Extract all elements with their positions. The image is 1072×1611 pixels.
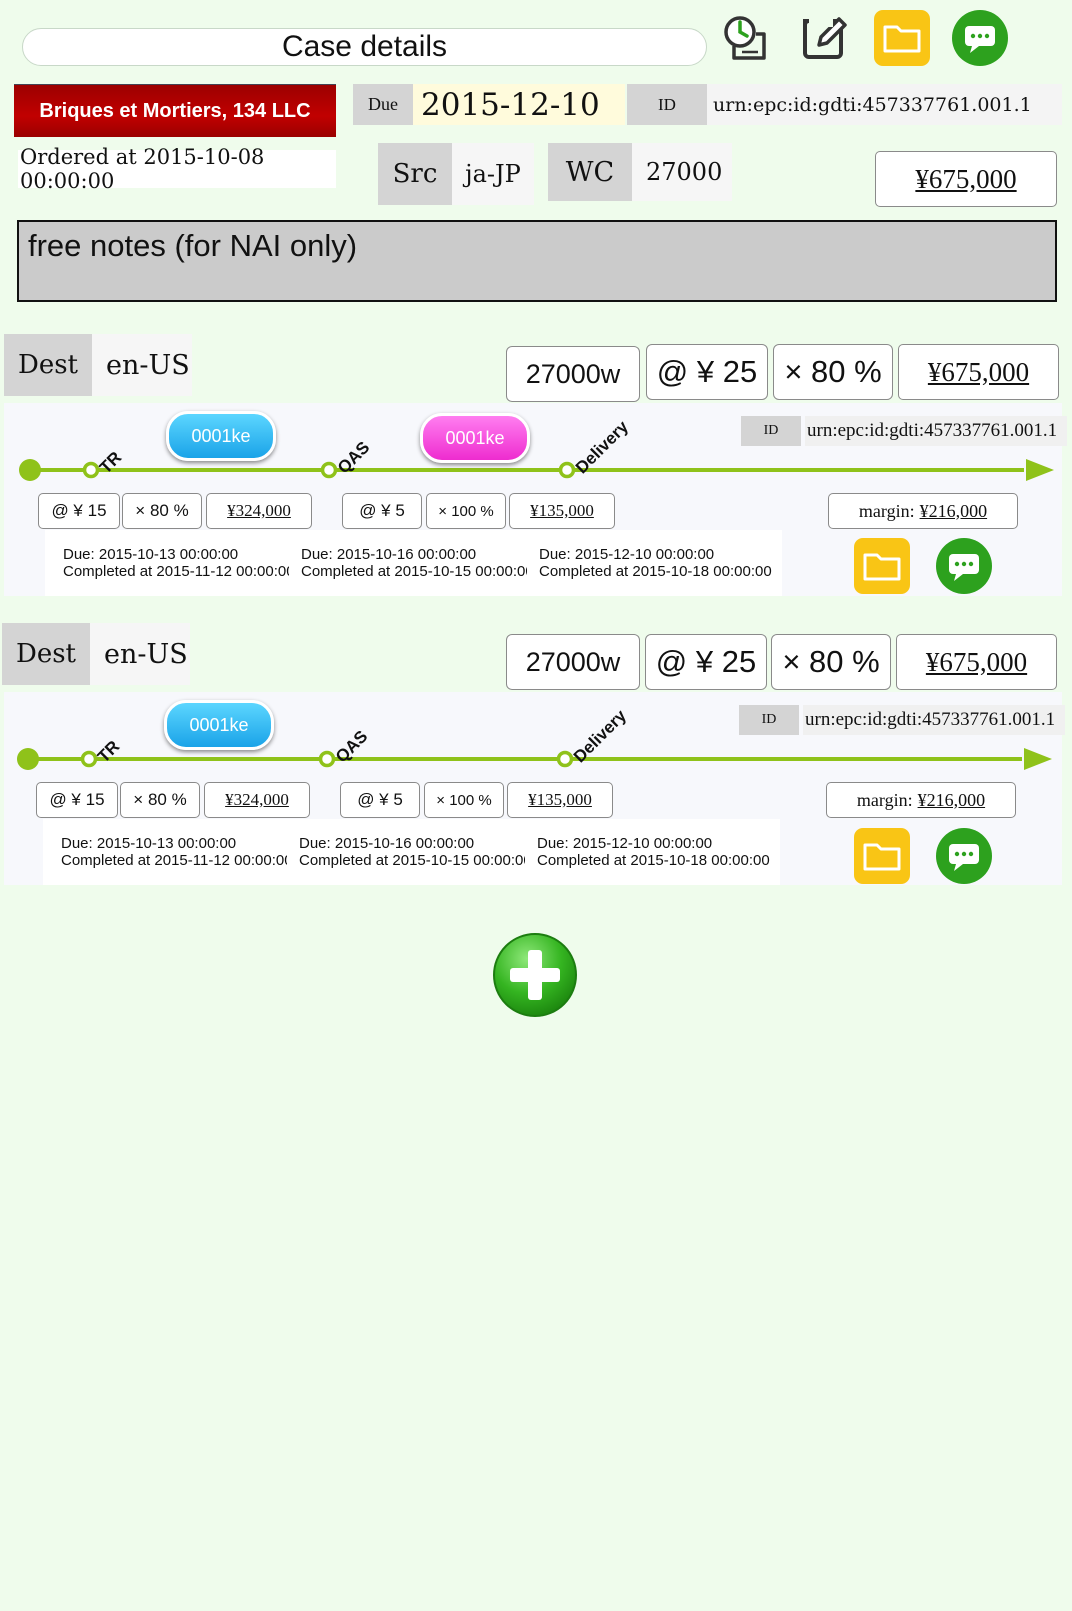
tr-rate-chip[interactable]: @ ¥ 15	[38, 493, 120, 529]
tr-assignee-badge[interactable]: 0001ke	[164, 700, 274, 750]
qas-dates: Due: 2015-10-16 00:00:00 Completed at 20…	[299, 835, 525, 869]
margin-button[interactable]: margin: ¥216,000	[826, 782, 1016, 818]
dest-rate-chip[interactable]: @ ¥ 25	[645, 634, 767, 690]
destination-block: Dest en-US 27000w @ ¥ 25 × 80 % ¥675,000…	[0, 619, 1072, 889]
dest-factor-chip[interactable]: × 80 %	[771, 634, 891, 690]
chat-icon[interactable]	[936, 538, 992, 599]
qas-assignee-badge[interactable]: 0001ke	[420, 413, 530, 463]
qas-amount: ¥135,000	[528, 790, 592, 809]
margin-label: margin:	[858, 500, 915, 521]
dest-language[interactable]: en-US	[90, 623, 190, 685]
dest-factor-chip[interactable]: × 80 %	[773, 344, 893, 400]
delivery-completed: Completed at 2015-10-18 00:00:00	[539, 563, 772, 580]
time-report-icon[interactable]	[718, 10, 774, 66]
src-language[interactable]: ja-JP	[452, 143, 534, 205]
tr-amount-button[interactable]: ¥324,000	[206, 493, 312, 529]
folder-icon[interactable]	[854, 538, 910, 599]
timeline-track	[17, 748, 1052, 770]
folder-icon[interactable]	[874, 10, 930, 66]
dest-language[interactable]: en-US	[92, 334, 192, 396]
tr-amount-button[interactable]: ¥324,000	[204, 782, 310, 818]
dest-rate-chip[interactable]: @ ¥ 25	[646, 344, 768, 400]
timeline-track	[19, 459, 1054, 481]
dest-id-label: ID	[741, 416, 801, 446]
tr-completed: Completed at 2015-11-12 00:00:00	[61, 852, 287, 869]
tr-due: Due: 2015-10-13 00:00:00	[63, 546, 239, 563]
qas-dates: Due: 2015-10-16 00:00:00 Completed at 20…	[301, 546, 527, 580]
delivery-due: Due: 2015-12-10 00:00:00	[539, 546, 715, 563]
qas-completed: Completed at 2015-10-15 00:00:00	[301, 563, 527, 580]
due-label: Due	[353, 84, 413, 125]
qas-amount: ¥135,000	[530, 501, 594, 520]
add-destination-button[interactable]	[492, 932, 578, 1023]
case-id[interactable]: urn:epc:id:gdti:457337761.001.1	[707, 84, 1062, 125]
tr-rate-chip[interactable]: @ ¥ 15	[36, 782, 118, 818]
tr-completed: Completed at 2015-11-12 00:00:00	[63, 563, 289, 580]
chat-icon[interactable]	[952, 10, 1008, 66]
tr-factor-chip[interactable]: × 80 %	[120, 782, 200, 818]
company-name: Briques et Mortiers, 134 LLC	[14, 84, 336, 137]
qas-completed: Completed at 2015-10-15 00:00:00	[299, 852, 525, 869]
stage-dates-panel: Due: 2015-10-13 00:00:00 Completed at 20…	[43, 819, 780, 885]
dest-amount: ¥675,000	[925, 646, 1028, 677]
dest-words-chip[interactable]: 27000w	[506, 346, 640, 402]
tr-dates: Due: 2015-10-13 00:00:00 Completed at 20…	[63, 546, 289, 580]
dest-id[interactable]: urn:epc:id:gdti:457337761.001.1	[803, 705, 1065, 735]
tr-due: Due: 2015-10-13 00:00:00	[61, 835, 237, 852]
qas-rate-chip[interactable]: @ ¥ 5	[340, 782, 420, 818]
tr-assignee-badge[interactable]: 0001ke	[166, 411, 276, 461]
stage-dates-panel: Due: 2015-10-13 00:00:00 Completed at 20…	[45, 530, 782, 596]
dest-amount: ¥675,000	[927, 356, 1030, 387]
qas-amount-button[interactable]: ¥135,000	[507, 782, 613, 818]
delivery-dates: Due: 2015-12-10 00:00:00 Completed at 20…	[537, 835, 777, 869]
delivery-completed: Completed at 2015-10-18 00:00:00	[537, 852, 770, 869]
word-count[interactable]: 27000	[632, 143, 732, 201]
qas-due: Due: 2015-10-16 00:00:00	[299, 835, 475, 852]
tr-amount: ¥324,000	[227, 501, 291, 520]
dest-label: Dest	[4, 334, 92, 396]
qas-factor-chip[interactable]: × 100 %	[426, 493, 506, 529]
case-total-button[interactable]: ¥675,000	[875, 151, 1057, 207]
dest-amount-button[interactable]: ¥675,000	[896, 634, 1057, 690]
src-label: Src	[378, 143, 452, 205]
dest-id-label: ID	[739, 705, 799, 735]
notes-field[interactable]: free notes (for NAI only)	[17, 220, 1057, 302]
margin-button[interactable]: margin: ¥216,000	[828, 493, 1018, 529]
plus-icon	[493, 933, 577, 1017]
qas-rate-chip[interactable]: @ ¥ 5	[342, 493, 422, 529]
case-total: ¥675,000	[915, 163, 1017, 194]
folder-icon[interactable]	[854, 828, 910, 889]
chat-icon[interactable]	[936, 828, 992, 889]
tr-dates: Due: 2015-10-13 00:00:00 Completed at 20…	[61, 835, 287, 869]
wc-label: WC	[548, 143, 632, 201]
dest-label: Dest	[2, 623, 90, 685]
qas-factor-chip[interactable]: × 100 %	[424, 782, 504, 818]
edit-icon[interactable]	[796, 10, 852, 66]
dest-id[interactable]: urn:epc:id:gdti:457337761.001.1	[805, 416, 1067, 446]
tr-amount: ¥324,000	[225, 790, 289, 809]
dest-words-chip[interactable]: 27000w	[506, 634, 640, 690]
destination-block: Dest en-US 27000w @ ¥ 25 × 80 % ¥675,000…	[0, 330, 1072, 600]
qas-amount-button[interactable]: ¥135,000	[509, 493, 615, 529]
ordered-date: Ordered at 2015-10-08 00:00:00	[18, 145, 336, 193]
margin-label: margin:	[856, 789, 913, 810]
page-title: Case details	[22, 28, 707, 66]
due-date[interactable]: 2015-12-10	[413, 84, 625, 125]
tr-factor-chip[interactable]: × 80 %	[122, 493, 202, 529]
margin-value: ¥216,000	[919, 500, 988, 521]
id-label: ID	[627, 84, 707, 125]
margin-value: ¥216,000	[917, 789, 986, 810]
delivery-due: Due: 2015-12-10 00:00:00	[537, 835, 713, 852]
delivery-dates: Due: 2015-12-10 00:00:00 Completed at 20…	[539, 546, 779, 580]
qas-due: Due: 2015-10-16 00:00:00	[301, 546, 477, 563]
dest-amount-button[interactable]: ¥675,000	[898, 344, 1059, 400]
